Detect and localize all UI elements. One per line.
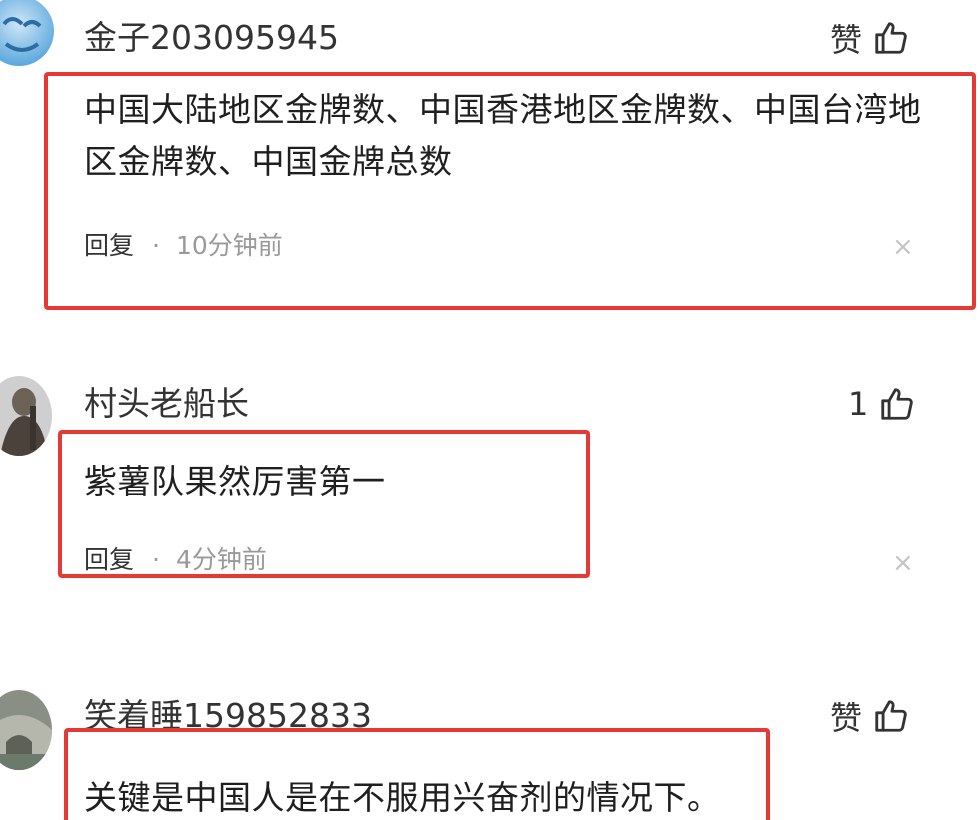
like-label: 赞 bbox=[830, 21, 863, 59]
thumbs-up-icon bbox=[872, 19, 910, 57]
username[interactable]: 金子203095945 bbox=[84, 18, 339, 58]
comment-text: 紫薯队果然厉害第一 bbox=[84, 462, 386, 501]
close-icon[interactable]: × bbox=[892, 232, 914, 262]
thumbs-up-icon bbox=[878, 385, 916, 423]
reply-button[interactable]: 回复 bbox=[84, 544, 134, 576]
like-count: 1 bbox=[848, 385, 869, 423]
avatar[interactable] bbox=[0, 376, 52, 456]
username[interactable]: 村头老船长 bbox=[84, 384, 249, 424]
like-button[interactable]: 赞 bbox=[830, 694, 910, 738]
comment-text: 关键是中国人是在不服用兴奋剂的情况下。 bbox=[84, 778, 721, 817]
like-button[interactable]: 1 bbox=[848, 382, 916, 426]
like-label: 赞 bbox=[830, 699, 863, 737]
separator-dot: · bbox=[152, 545, 160, 574]
close-icon[interactable]: × bbox=[892, 548, 914, 578]
separator-dot: · bbox=[152, 231, 160, 260]
comment-list: 金子203095945 赞 中国大陆地区金牌数、中国香港地区金牌数、中国台湾地区… bbox=[0, 0, 980, 820]
like-button[interactable]: 赞 bbox=[830, 16, 910, 60]
timestamp: 4分钟前 bbox=[175, 545, 267, 574]
avatar[interactable] bbox=[0, 0, 54, 66]
comment-meta: 回复 · 4分钟前 bbox=[84, 544, 267, 576]
username[interactable]: 笑着睡159852833 bbox=[84, 696, 372, 736]
reply-button[interactable]: 回复 bbox=[84, 230, 134, 262]
comment-meta: 回复 · 10分钟前 bbox=[84, 230, 283, 262]
thumbs-up-icon bbox=[872, 697, 910, 735]
avatar[interactable] bbox=[0, 690, 52, 770]
timestamp: 10分钟前 bbox=[175, 231, 283, 260]
comment-text: 中国大陆地区金牌数、中国香港地区金牌数、中国台湾地区金牌数、中国金牌总数 bbox=[84, 90, 922, 181]
